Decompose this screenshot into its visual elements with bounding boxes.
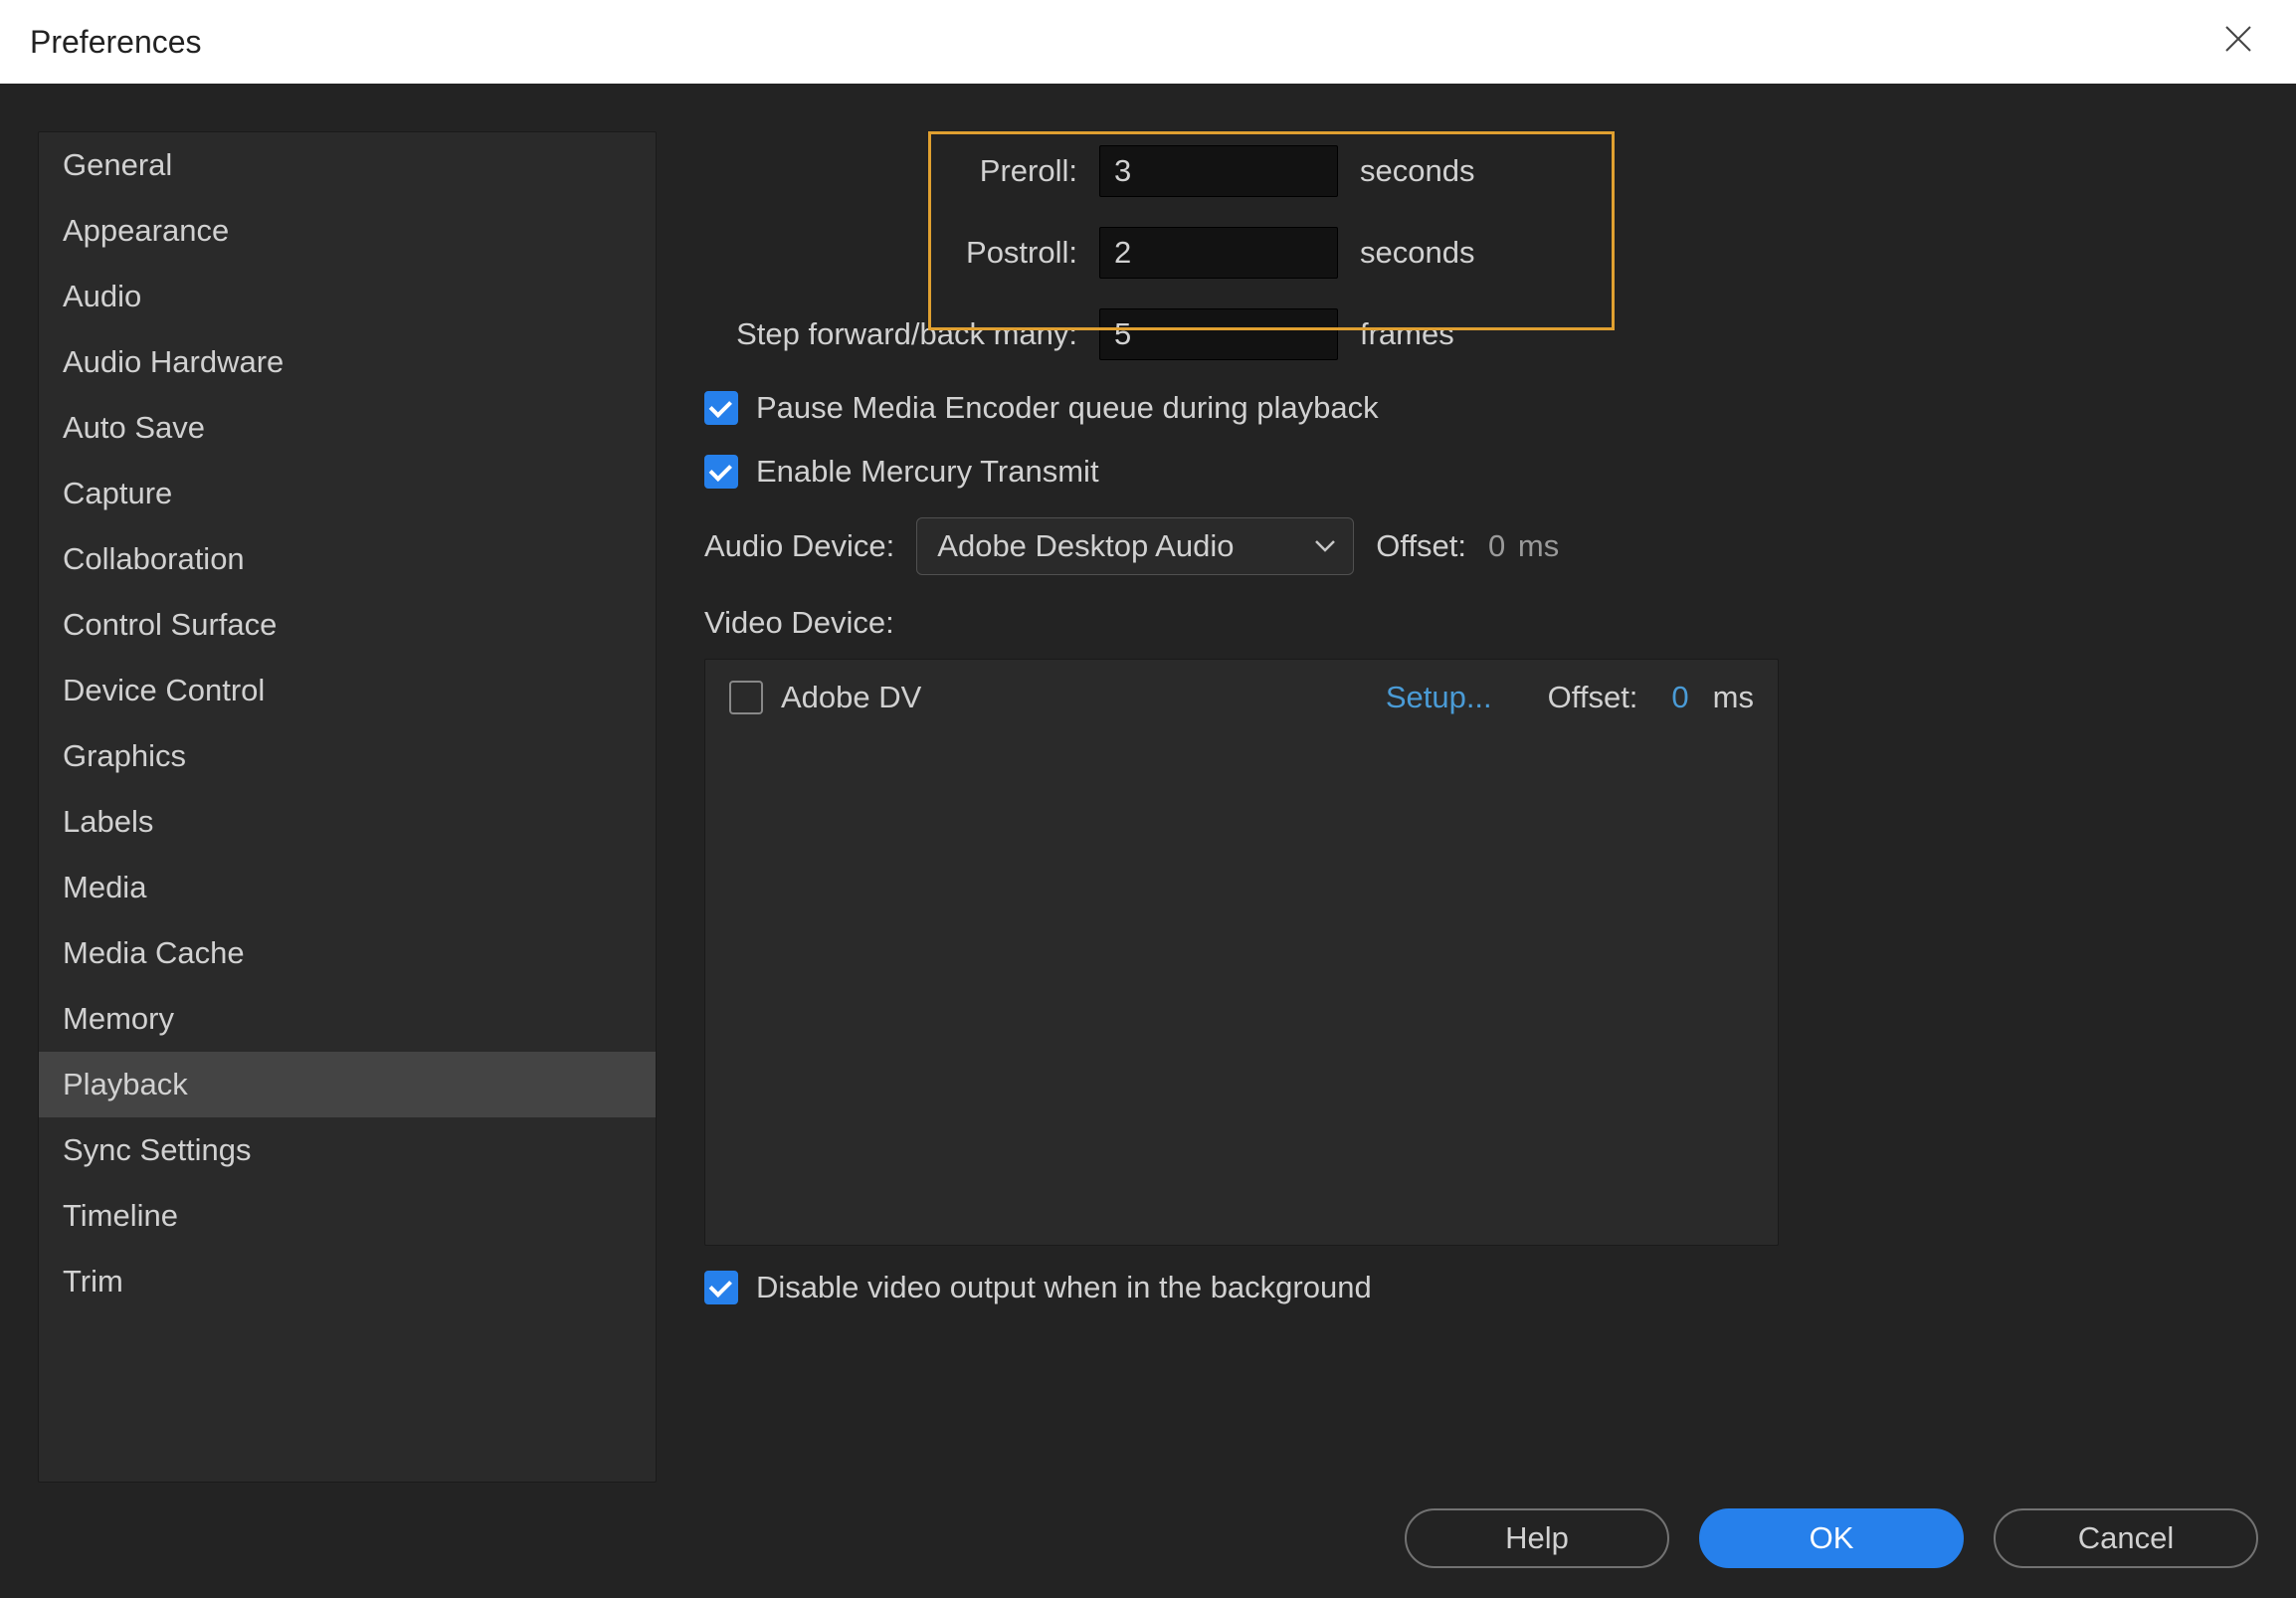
adobe-dv-offset-value[interactable]: 0 xyxy=(1671,680,1688,715)
pause-encoder-row: Pause Media Encoder queue during playbac… xyxy=(704,390,2258,426)
sidebar-item-sync-settings[interactable]: Sync Settings xyxy=(39,1117,656,1183)
adobe-dv-label: Adobe DV xyxy=(781,680,921,715)
sidebar-item-labels[interactable]: Labels xyxy=(39,789,656,855)
dialog-button-row: Help OK Cancel xyxy=(38,1508,2258,1568)
sidebar-item-appearance[interactable]: Appearance xyxy=(39,198,656,264)
sidebar-item-memory[interactable]: Memory xyxy=(39,986,656,1052)
playback-panel: Preroll: seconds Postroll: seconds Step … xyxy=(704,131,2258,1483)
main-row: General Appearance Audio Audio Hardware … xyxy=(38,131,2258,1483)
sidebar-item-timeline[interactable]: Timeline xyxy=(39,1183,656,1249)
cancel-button[interactable]: Cancel xyxy=(1994,1508,2258,1568)
disable-video-bg-checkbox[interactable] xyxy=(704,1271,738,1304)
video-device-row: Adobe DV Setup... Offset: 0 ms xyxy=(729,680,1754,715)
adobe-dv-checkbox[interactable] xyxy=(729,681,763,714)
video-device-label: Video Device: xyxy=(704,605,2258,641)
titlebar: Preferences xyxy=(0,0,2296,84)
video-device-list: Adobe DV Setup... Offset: 0 ms xyxy=(704,659,1779,1246)
enable-mercury-checkbox[interactable] xyxy=(704,455,738,489)
postroll-input[interactable] xyxy=(1099,227,1338,279)
close-icon xyxy=(2222,23,2254,55)
preroll-input[interactable] xyxy=(1099,145,1338,197)
adobe-dv-offset-label: Offset: xyxy=(1548,680,1638,715)
sidebar-item-device-control[interactable]: Device Control xyxy=(39,658,656,723)
category-sidebar[interactable]: General Appearance Audio Audio Hardware … xyxy=(38,131,657,1483)
audio-device-select[interactable]: Adobe Desktop Audio xyxy=(916,517,1354,575)
sidebar-item-media-cache[interactable]: Media Cache xyxy=(39,920,656,986)
sidebar-item-auto-save[interactable]: Auto Save xyxy=(39,395,656,461)
enable-mercury-label: Enable Mercury Transmit xyxy=(756,454,1099,490)
step-row: Step forward/back many: frames xyxy=(704,308,2258,360)
adobe-dv-offset-units: ms xyxy=(1713,680,1754,715)
enable-mercury-row: Enable Mercury Transmit xyxy=(704,454,2258,490)
step-label: Step forward/back many: xyxy=(704,316,1077,352)
ok-button[interactable]: OK xyxy=(1699,1508,1964,1568)
dialog-body: General Appearance Audio Audio Hardware … xyxy=(0,84,2296,1598)
sidebar-item-general[interactable]: General xyxy=(39,132,656,198)
sidebar-item-audio-hardware[interactable]: Audio Hardware xyxy=(39,329,656,395)
disable-video-bg-label: Disable video output when in the backgro… xyxy=(756,1270,1372,1305)
preroll-label: Preroll: xyxy=(704,153,1077,189)
close-button[interactable] xyxy=(2210,15,2266,69)
postroll-label: Postroll: xyxy=(704,235,1077,271)
sidebar-item-capture[interactable]: Capture xyxy=(39,461,656,526)
help-button[interactable]: Help xyxy=(1405,1508,1669,1568)
audio-offset-label: Offset: xyxy=(1376,528,1466,564)
preroll-row: Preroll: seconds xyxy=(704,145,2258,197)
audio-device-label: Audio Device: xyxy=(704,528,894,564)
sidebar-item-graphics[interactable]: Graphics xyxy=(39,723,656,789)
postroll-units: seconds xyxy=(1360,235,1474,271)
pause-encoder-label: Pause Media Encoder queue during playbac… xyxy=(756,390,1379,426)
step-units: frames xyxy=(1360,316,1454,352)
disable-video-bg-row: Disable video output when in the backgro… xyxy=(704,1270,2258,1305)
sidebar-item-media[interactable]: Media xyxy=(39,855,656,920)
window-title: Preferences xyxy=(30,24,202,61)
preroll-units: seconds xyxy=(1360,153,1474,189)
audio-device-row: Audio Device: Adobe Desktop Audio Offset… xyxy=(704,517,2258,575)
sidebar-item-trim[interactable]: Trim xyxy=(39,1249,656,1314)
sidebar-item-audio[interactable]: Audio xyxy=(39,264,656,329)
preferences-window: Preferences General Appearance Audio Aud… xyxy=(0,0,2296,1598)
sidebar-item-control-surface[interactable]: Control Surface xyxy=(39,592,656,658)
audio-device-select-wrap: Adobe Desktop Audio xyxy=(916,517,1354,575)
postroll-row: Postroll: seconds xyxy=(704,227,2258,279)
audio-device-value: Adobe Desktop Audio xyxy=(937,528,1234,564)
audio-offset-value[interactable]: 0 ms xyxy=(1488,528,1559,564)
sidebar-item-playback[interactable]: Playback xyxy=(39,1052,656,1117)
adobe-dv-setup-link[interactable]: Setup... xyxy=(1386,680,1492,715)
sidebar-item-collaboration[interactable]: Collaboration xyxy=(39,526,656,592)
step-input[interactable] xyxy=(1099,308,1338,360)
pause-encoder-checkbox[interactable] xyxy=(704,391,738,425)
